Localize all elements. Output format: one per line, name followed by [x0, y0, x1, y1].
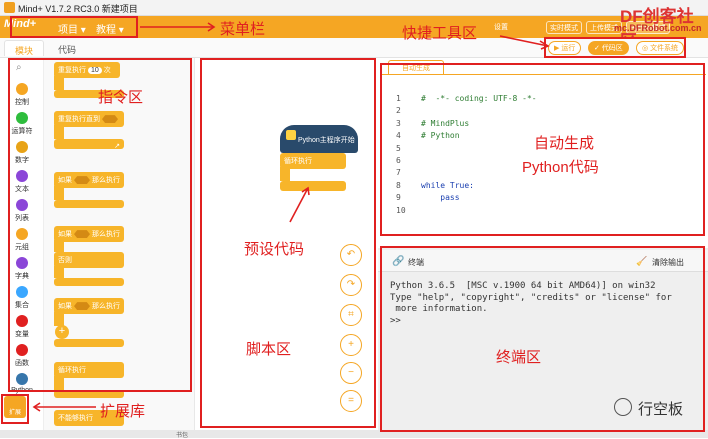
label-auto-1: 自动生成 — [534, 135, 595, 152]
label-blocks: 指令区 — [98, 89, 144, 106]
label-menubar: 菜单栏 — [220, 21, 266, 38]
brand-name: 行空板 — [638, 401, 684, 418]
annotation-arrows — [32, 22, 550, 412]
label-terminal: 终端区 — [496, 349, 542, 366]
label-extension: 扩展库 — [100, 403, 146, 420]
label-auto-2: Python代码 — [522, 159, 599, 176]
label-preset: 预设代码 — [244, 241, 305, 258]
arrow-preset — [289, 187, 309, 223]
label-script: 脚本区 — [246, 341, 292, 358]
brand-icon — [614, 398, 632, 416]
label-quicktools: 快捷工具区 — [402, 25, 478, 42]
